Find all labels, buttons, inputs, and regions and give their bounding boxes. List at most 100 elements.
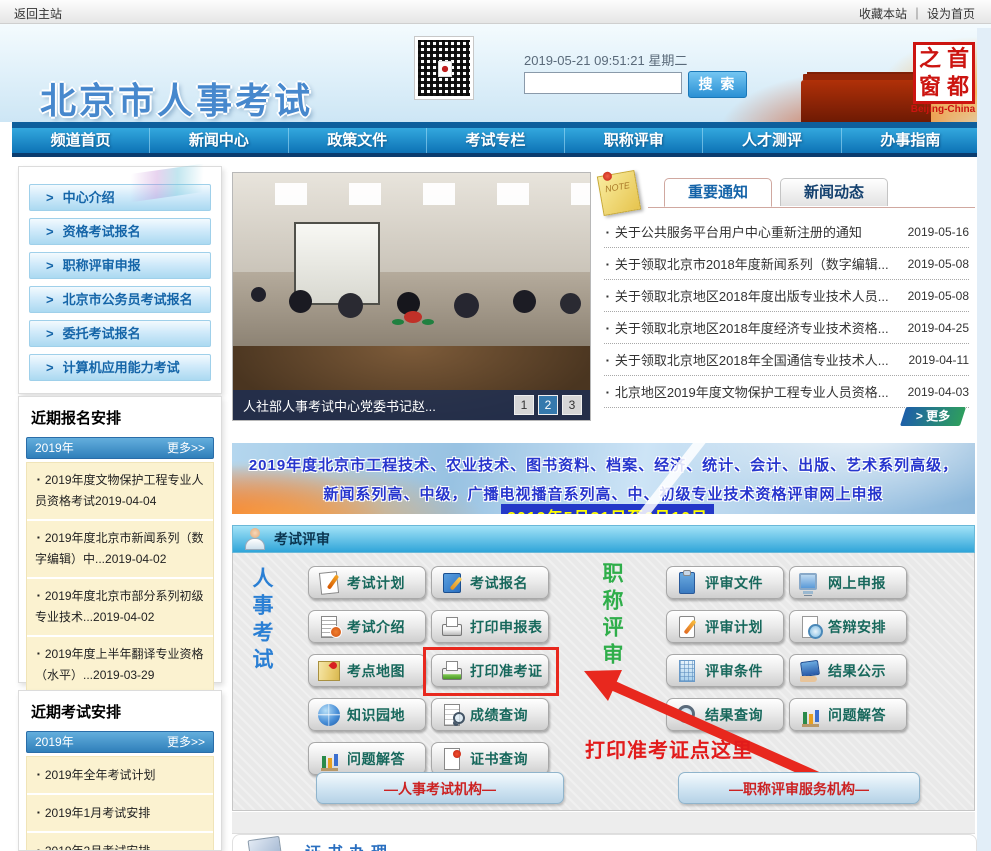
sidebar-menu-item[interactable]: 资格考试报名 xyxy=(29,218,211,245)
hand-book-icon xyxy=(797,658,823,684)
sidebar-menu-item[interactable]: 委托考试报名 xyxy=(29,320,211,347)
more-link[interactable]: 更多>> xyxy=(167,732,205,752)
notice-list-item[interactable]: 关于领取北京市2018年度新闻系列（数字编辑...2019-05-08 xyxy=(604,248,969,280)
photo-carousel[interactable]: 人社部人事考试中心党委书记赵... 123 xyxy=(232,172,591,421)
grid-button[interactable]: 打印准考证 xyxy=(431,654,549,687)
nav-item[interactable]: 办事指南 xyxy=(842,128,979,153)
tab-important-notice[interactable]: 重要通知 xyxy=(664,178,772,207)
grid-button-label: 考点地图 xyxy=(347,661,405,681)
grid-button[interactable]: 结果公示 xyxy=(789,654,907,687)
grid-button-label: 打印准考证 xyxy=(470,661,543,681)
topbar-right-links: 收藏本站｜设为首页 xyxy=(859,5,975,22)
back-to-main-link[interactable]: 返回主站 xyxy=(14,5,62,22)
sidebar-menu-label: 资格考试报名 xyxy=(63,224,141,239)
exam-list-item[interactable]: 2019年2月考试安排 xyxy=(27,833,213,851)
item-text: 2019年1月考试安排 xyxy=(45,806,150,820)
sidebar-menu-item[interactable]: 北京市公务员考试报名 xyxy=(29,286,211,313)
carousel-page-button[interactable]: 3 xyxy=(562,395,582,415)
tab-news-updates[interactable]: 新闻动态 xyxy=(780,178,888,206)
search-button[interactable]: 搜 索 xyxy=(688,71,747,98)
banner-line2: 新闻系列高、中级，广播电视播音系列高、中、初级专业技术资格评审网上申报2019年… xyxy=(232,483,975,514)
arrow-icon xyxy=(46,360,54,375)
grid-button[interactable]: 考试报名 xyxy=(431,566,549,599)
carousel-page-button[interactable]: 1 xyxy=(514,395,534,415)
review-announcement-banner[interactable]: 2019年度北京市工程技术、农业技术、图书资料、档案、经济、统计、会计、出版、艺… xyxy=(232,443,975,514)
signup-icon xyxy=(439,570,465,596)
grid-button[interactable]: 评审文件 xyxy=(666,566,784,599)
cert-search-icon xyxy=(439,746,465,772)
year-label: 2019年 xyxy=(35,438,74,458)
grid-button[interactable]: 打印申报表 xyxy=(431,610,549,643)
grid-button[interactable]: 考试介绍 xyxy=(308,610,426,643)
notice-list-item[interactable]: 关于公共服务平台用户中心重新注册的通知2019-05-16 xyxy=(604,216,969,248)
notice-list-item[interactable]: 关于领取北京地区2018年度出版专业技术人员...2019-05-08 xyxy=(604,280,969,312)
grid-button[interactable]: 成绩查询 xyxy=(431,698,549,731)
photo-people xyxy=(251,287,266,302)
bullet-icon xyxy=(35,473,45,487)
recent-exam-title: 近期考试安排 xyxy=(31,701,221,722)
grid-button[interactable]: 考点地图 xyxy=(308,654,426,687)
notice-box: NOTE 重要通知 新闻动态 关于公共服务平台用户中心重新注册的通知2019-0… xyxy=(600,170,975,422)
exam-list-item[interactable]: 2019年1月考试安排 xyxy=(27,795,213,833)
grid-button-label: 结果公示 xyxy=(828,661,886,681)
personnel-exam-orgs-button[interactable]: —人事考试机构— xyxy=(316,772,564,804)
sidebar-menu-item[interactable]: 中心介绍 xyxy=(29,184,211,211)
nav-item[interactable]: 人才测评 xyxy=(703,128,841,153)
seal-char: 之 xyxy=(916,45,944,73)
search-input[interactable] xyxy=(524,72,682,94)
notice-item-title: 北京地区2019年度文物保护工程专业人员资格... xyxy=(604,382,889,401)
seal-caption: Beijing-China xyxy=(903,104,983,115)
notice-list-item[interactable]: 北京地区2019年度文物保护工程专业人员资格...2019-04-03 xyxy=(604,376,969,408)
notice-list: 关于公共服务平台用户中心重新注册的通知2019-05-16关于领取北京市2018… xyxy=(604,216,969,408)
sidebar-menu-label: 委托考试报名 xyxy=(63,326,141,341)
sidebar-menu-item[interactable]: 计算机应用能力考试 xyxy=(29,354,211,381)
grid-button[interactable]: 证书查询 xyxy=(431,742,549,775)
page: 返回主站 收藏本站｜设为首页 北京市人事考试 2019-05-21 09:51:… xyxy=(0,0,991,851)
photo-caption[interactable]: 人社部人事考试中心党委书记赵... xyxy=(233,396,514,415)
signup-list-item[interactable]: 2019年度北京市部分系列初级专业技术...2019-04-02 xyxy=(27,579,213,637)
year-bar: 2019年 更多>> xyxy=(26,731,214,753)
set-home-link[interactable]: 设为首页 xyxy=(927,7,975,21)
sidebar-menu-item[interactable]: 职称评审申报 xyxy=(29,252,211,279)
year-label: 2019年 xyxy=(35,732,74,752)
grid-button-label: 成绩查询 xyxy=(470,705,528,725)
grid-button[interactable]: 网上申报 xyxy=(789,566,907,599)
arrow-icon xyxy=(46,258,54,273)
grid-button[interactable]: 知识园地 xyxy=(308,698,426,731)
sidebar-menu: 中心介绍资格考试报名职称评审申报北京市公务员考试报名委托考试报名计算机应用能力考… xyxy=(18,166,222,394)
nav-item[interactable]: 频道首页 xyxy=(12,128,150,153)
more-link[interactable]: 更多>> xyxy=(167,438,205,458)
notice-list-item[interactable]: 关于领取北京地区2018年度经济专业技术资格...2019-04-25 xyxy=(604,312,969,344)
title-review-orgs-button[interactable]: —职称评审服务机构— xyxy=(678,772,920,804)
tiananmen-tower-icon xyxy=(801,80,931,122)
favorite-link[interactable]: 收藏本站 xyxy=(859,7,907,21)
grid-button[interactable]: 评审计划 xyxy=(666,610,784,643)
clipboard-pencil-icon xyxy=(674,614,700,640)
site-logo: 北京市人事考试 xyxy=(40,72,313,122)
grid-button[interactable]: 问题解答 xyxy=(308,742,426,775)
grid-button[interactable]: 答辩安排 xyxy=(789,610,907,643)
photo-wall xyxy=(233,272,590,346)
grid-button[interactable]: 结果查询 xyxy=(666,698,784,731)
recent-exam-section: 近期考试安排 2019年 更多>> 2019年全年考试计划 2019年1月考试安排… xyxy=(18,690,222,851)
map-icon xyxy=(316,658,342,684)
nav-item[interactable]: 政策文件 xyxy=(289,128,427,153)
signup-list-item[interactable]: 2019年度北京市新闻系列（数字编辑）中...2019-04-02 xyxy=(27,521,213,579)
grid-button[interactable]: 评审条件 xyxy=(666,654,784,687)
grid-button-label: 问题解答 xyxy=(828,705,886,725)
grid-button-label: 评审条件 xyxy=(705,661,763,681)
notice-more-button[interactable]: > 更多 xyxy=(900,407,966,426)
notice-list-item[interactable]: 关于领取北京地区2018年全国通信专业技术人...2019-04-11 xyxy=(604,344,969,376)
print-ticket-icon xyxy=(439,658,465,684)
carousel-page-button[interactable]: 2 xyxy=(538,395,558,415)
nav-item[interactable]: 职称评审 xyxy=(565,128,703,153)
nav-item[interactable]: 新闻中心 xyxy=(150,128,288,153)
grid-button[interactable]: 考试计划 xyxy=(308,566,426,599)
exam-list-item[interactable]: 2019年全年考试计划 xyxy=(27,757,213,795)
grid-button-label: 知识园地 xyxy=(347,705,405,725)
nav-item[interactable]: 考试专栏 xyxy=(427,128,565,153)
signup-list-item[interactable]: 2019年度文物保护工程专业人员资格考试2019-04-04 xyxy=(27,463,213,521)
signup-list-item[interactable]: 2019年度上半年翻译专业资格（水平）...2019-03-29 xyxy=(27,637,213,693)
title-review-button-grid: 评审文件网上申报评审计划答辩安排评审条件 结果公示结果查询 问题解答 xyxy=(666,566,907,731)
grid-button[interactable]: 问题解答 xyxy=(789,698,907,731)
